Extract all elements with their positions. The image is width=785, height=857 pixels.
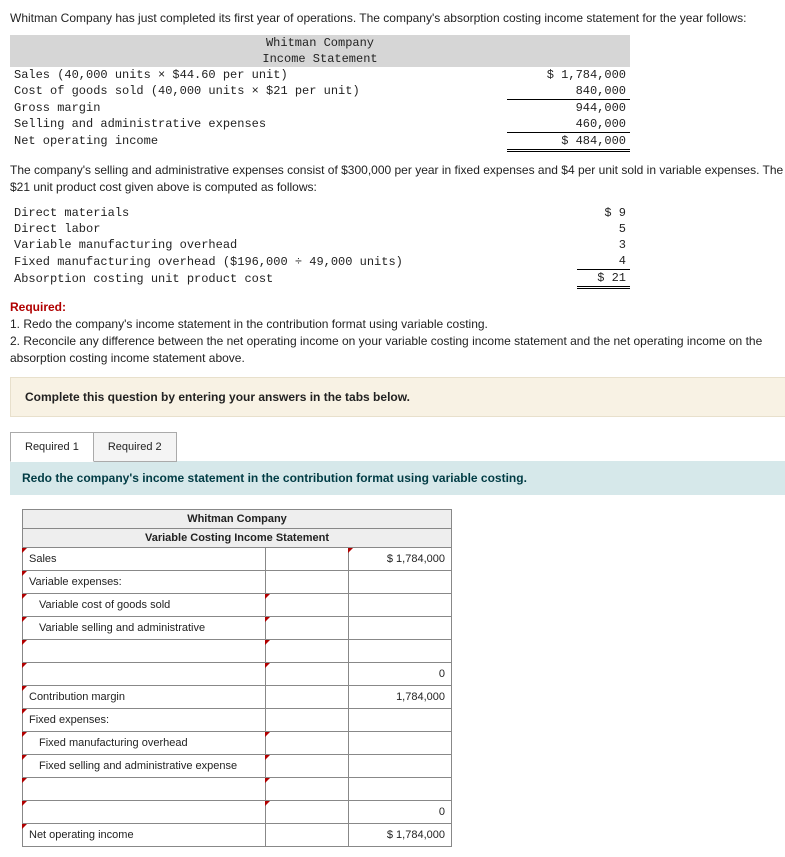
vcogs-input[interactable] <box>266 593 349 616</box>
paragraph-2: The company's selling and administrative… <box>10 162 785 196</box>
fixed-expenses-input[interactable] <box>266 708 349 731</box>
variable-expenses-label[interactable]: Variable expenses: <box>23 570 266 593</box>
fsga-input[interactable] <box>266 754 349 777</box>
vcogs-label[interactable]: Variable cost of goods sold <box>23 593 266 616</box>
row-label: Variable manufacturing overhead <box>10 237 577 253</box>
fmoh-input[interactable] <box>266 731 349 754</box>
row-label: Cost of goods sold (40,000 units × $21 p… <box>10 83 507 100</box>
noi-input[interactable] <box>266 823 349 846</box>
row-label: Fixed manufacturing overhead ($196,000 ÷… <box>10 253 577 270</box>
row-amount: $ 9 <box>577 205 630 221</box>
tab-required-1[interactable]: Required 1 <box>10 432 94 462</box>
contribution-margin-label[interactable]: Contribution margin <box>23 685 266 708</box>
required-header: Required: <box>10 300 66 314</box>
absorption-income-statement: Whitman Company Income Statement Sales (… <box>10 35 630 152</box>
contribution-margin-input[interactable] <box>266 685 349 708</box>
vsga-input[interactable] <box>266 616 349 639</box>
row-label: Sales (40,000 units × $44.60 per unit) <box>10 67 507 83</box>
row-amount: 3 <box>577 237 630 253</box>
blank-row-label[interactable] <box>23 777 266 800</box>
row-label: Absorption costing unit product cost <box>10 270 577 288</box>
blank-row-value[interactable] <box>349 639 452 662</box>
blank-row-label[interactable] <box>23 800 266 823</box>
intro-text: Whitman Company has just completed its f… <box>10 10 785 27</box>
subtotal-fixed-value[interactable]: 0 <box>349 800 452 823</box>
row-amount: $ 21 <box>577 270 630 288</box>
vsga-value[interactable] <box>349 616 452 639</box>
row-label: Selling and administrative expenses <box>10 116 507 133</box>
sales-value[interactable]: $ 1,784,000 <box>349 547 452 570</box>
required-block: Required: 1. Redo the company's income s… <box>10 299 785 366</box>
fsga-label[interactable]: Fixed selling and administrative expense <box>23 754 266 777</box>
fmoh-value[interactable] <box>349 731 452 754</box>
unit-cost-table: Direct materials$ 9 Direct labor5 Variab… <box>10 205 630 289</box>
blank-row-label[interactable] <box>23 639 266 662</box>
row-label: Direct labor <box>10 221 577 237</box>
required-item-1: 1. Redo the company's income statement i… <box>10 317 488 331</box>
blank-row-label[interactable] <box>23 662 266 685</box>
row-amount: 460,000 <box>507 116 630 133</box>
fixed-expenses-label[interactable]: Fixed expenses: <box>23 708 266 731</box>
row-amount: 4 <box>577 253 630 270</box>
row-amount: 944,000 <box>507 99 630 116</box>
vsga-label[interactable]: Variable selling and administrative <box>23 616 266 639</box>
row-label: Direct materials <box>10 205 577 221</box>
row-amount: 5 <box>577 221 630 237</box>
fixed-expenses-value[interactable] <box>349 708 452 731</box>
sales-input[interactable] <box>266 547 349 570</box>
blank-row-input[interactable] <box>266 800 349 823</box>
blank-row-value[interactable] <box>349 777 452 800</box>
blank-row-input[interactable] <box>266 639 349 662</box>
variable-expenses-value[interactable] <box>349 570 452 593</box>
income-header-company: Whitman Company <box>10 35 630 51</box>
noi-label[interactable]: Net operating income <box>23 823 266 846</box>
blank-row-input[interactable] <box>266 777 349 800</box>
noi-value[interactable]: $ 1,784,000 <box>349 823 452 846</box>
subtotal-var-value[interactable]: 0 <box>349 662 452 685</box>
fmoh-label[interactable]: Fixed manufacturing overhead <box>23 731 266 754</box>
row-amount: $ 484,000 <box>507 132 630 150</box>
row-label: Gross margin <box>10 99 507 116</box>
sales-label[interactable]: Sales <box>23 547 266 570</box>
row-label: Net operating income <box>10 132 507 150</box>
tabs: Required 1 Required 2 <box>10 431 785 461</box>
fsga-value[interactable] <box>349 754 452 777</box>
blank-row-input[interactable] <box>266 662 349 685</box>
tab-required-2[interactable]: Required 2 <box>94 432 177 462</box>
tab-prompt: Redo the company's income statement in t… <box>10 461 785 495</box>
variable-expenses-input[interactable] <box>266 570 349 593</box>
row-amount: 840,000 <box>507 83 630 100</box>
instruction-box: Complete this question by entering your … <box>10 377 785 417</box>
answer-table: Whitman Company Variable Costing Income … <box>22 509 452 847</box>
answer-header-company: Whitman Company <box>23 509 452 528</box>
row-amount: $ 1,784,000 <box>507 67 630 83</box>
required-item-2: 2. Reconcile any difference between the … <box>10 334 762 365</box>
income-header-title: Income Statement <box>10 51 630 67</box>
contribution-margin-value[interactable]: 1,784,000 <box>349 685 452 708</box>
answer-header-title: Variable Costing Income Statement <box>23 528 452 547</box>
vcogs-value[interactable] <box>349 593 452 616</box>
